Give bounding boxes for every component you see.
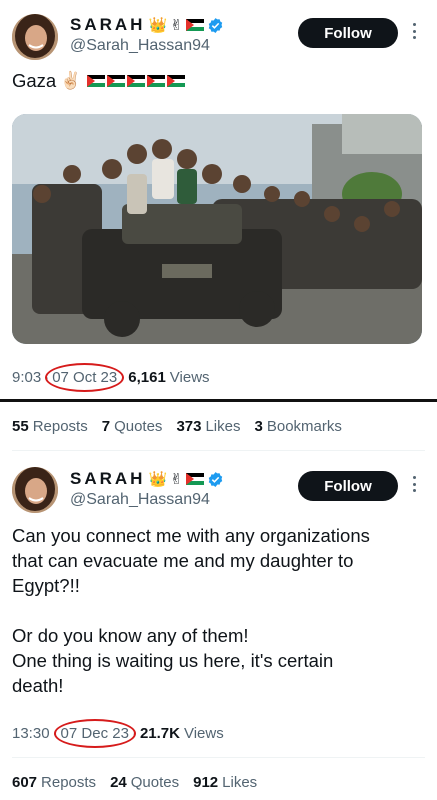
verified-badge-icon [207, 17, 224, 34]
tweet-photo[interactable] [12, 114, 422, 344]
victory-hand-emoji: ✌🏻 [60, 71, 82, 90]
palestine-flag-icon [87, 74, 106, 87]
palestine-flag-icon [127, 74, 146, 87]
more-options-icon[interactable] [409, 474, 419, 494]
views-label: Views [183, 725, 224, 742]
tweet-text-line: death! [12, 675, 64, 696]
post1-engagement-stats: 55 Reposts 7 Quotes 373 Likes 3 Bookmarks [12, 418, 342, 435]
tweet-text-line: that can evacuate me and my daughter to [12, 550, 354, 571]
stat-likes[interactable]: 373 Likes [176, 418, 240, 435]
stat-reposts[interactable]: 55 Reposts [12, 418, 88, 435]
tweet-meta: 9:03 · 07 Oct 23 · 6,161 Views [12, 363, 210, 392]
separator [12, 757, 425, 758]
tweet-time[interactable]: 9:03 [12, 369, 41, 386]
tweet-text-line: Can you connect me with any organization… [12, 525, 370, 546]
palestine-flag-icon [185, 473, 204, 485]
tweet-text: Gaza ✌🏻 [12, 68, 186, 93]
crown-emoji: 👑 [148, 470, 168, 488]
stat-likes[interactable]: 912 Likes [193, 774, 257, 791]
follow-button[interactable]: Follow [298, 18, 398, 48]
post-1: SARAH 👑 ✌ @Sarah_Hassan94 Follow Gaza ✌🏻 [0, 0, 437, 400]
flags-row [87, 74, 186, 87]
tweet-text-line: Egypt?!! [12, 575, 80, 596]
verified-badge-icon [207, 471, 224, 488]
tweet-text-line: Or do you know any of them! [12, 625, 249, 646]
display-name-row[interactable]: SARAH 👑 ✌ [70, 469, 224, 489]
victory-hand-emoji: ✌ [170, 16, 183, 34]
more-options-icon[interactable] [409, 21, 419, 41]
separator [12, 450, 425, 451]
user-handle[interactable]: @Sarah_Hassan94 [70, 491, 210, 509]
palestine-flag-icon [167, 74, 186, 87]
palestine-flag-icon [147, 74, 166, 87]
section-divider [0, 399, 437, 402]
user-handle[interactable]: @Sarah_Hassan94 [70, 37, 210, 55]
tweet-date[interactable]: 07 Oct 23 [45, 363, 125, 392]
follow-button[interactable]: Follow [298, 471, 398, 501]
tweet-date[interactable]: 07 Dec 23 [53, 719, 137, 748]
stat-quotes[interactable]: 7 Quotes [102, 418, 163, 435]
tweet-time[interactable]: 13:30 [12, 725, 50, 742]
tweet-meta: 13:30 · 07 Dec 23 · 21.7K Views [12, 719, 224, 748]
views-count: 6,161 [128, 369, 166, 386]
stat-quotes[interactable]: 24 Quotes [110, 774, 179, 791]
views-count: 21.7K [139, 725, 180, 742]
post2-engagement-stats: 607 Reposts 24 Quotes 912 Likes [12, 774, 257, 791]
palestine-flag-icon [107, 74, 126, 87]
tweet-text-content: Gaza [12, 70, 57, 91]
stat-bookmarks[interactable]: 3 Bookmarks [255, 418, 342, 435]
avatar[interactable] [12, 14, 58, 60]
victory-hand-emoji: ✌ [170, 470, 183, 488]
display-name[interactable]: SARAH [70, 469, 145, 489]
display-name-row[interactable]: SARAH 👑 ✌ [70, 15, 224, 35]
views-label: Views [169, 369, 210, 386]
palestine-flag-icon [185, 19, 204, 31]
tweet-text: Can you connect me with any organization… [12, 523, 370, 698]
display-name[interactable]: SARAH [70, 15, 145, 35]
stat-reposts[interactable]: 607 Reposts [12, 774, 96, 791]
tweet-text-line: One thing is waiting us here, it's certa… [12, 650, 334, 671]
avatar[interactable] [12, 467, 58, 513]
crown-emoji: 👑 [148, 16, 168, 34]
